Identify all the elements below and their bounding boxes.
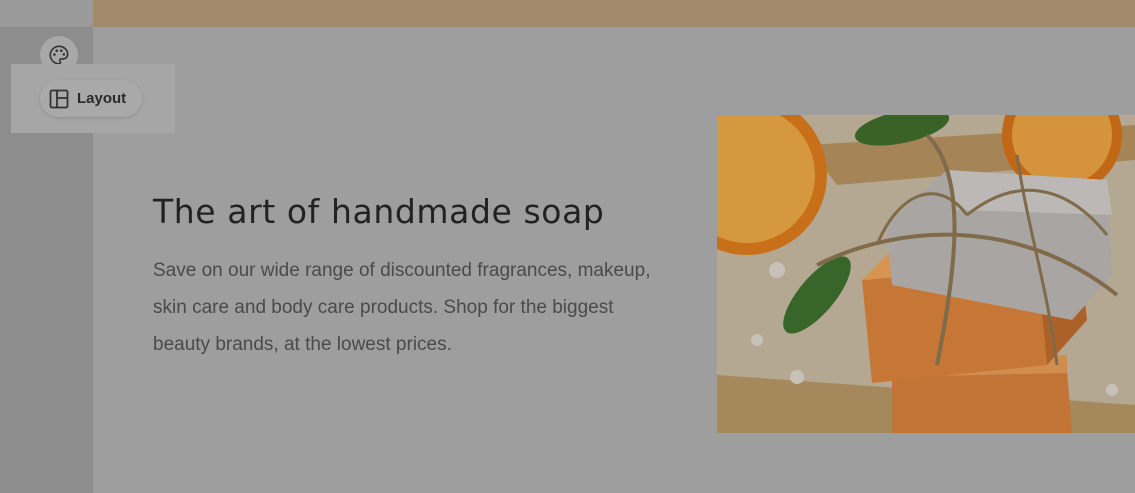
palette-icon (49, 45, 69, 65)
top-banner (93, 0, 1135, 27)
sidebar-header (0, 0, 93, 27)
hero-description: Save on our wide range of discounted fra… (153, 260, 651, 355)
layout-button-label: Layout (77, 90, 127, 107)
soap-product-image (717, 115, 1135, 433)
layout-icon (49, 89, 69, 109)
layout-button[interactable]: Layout (40, 80, 142, 117)
hero-title: The art of handmade soap (153, 192, 605, 231)
